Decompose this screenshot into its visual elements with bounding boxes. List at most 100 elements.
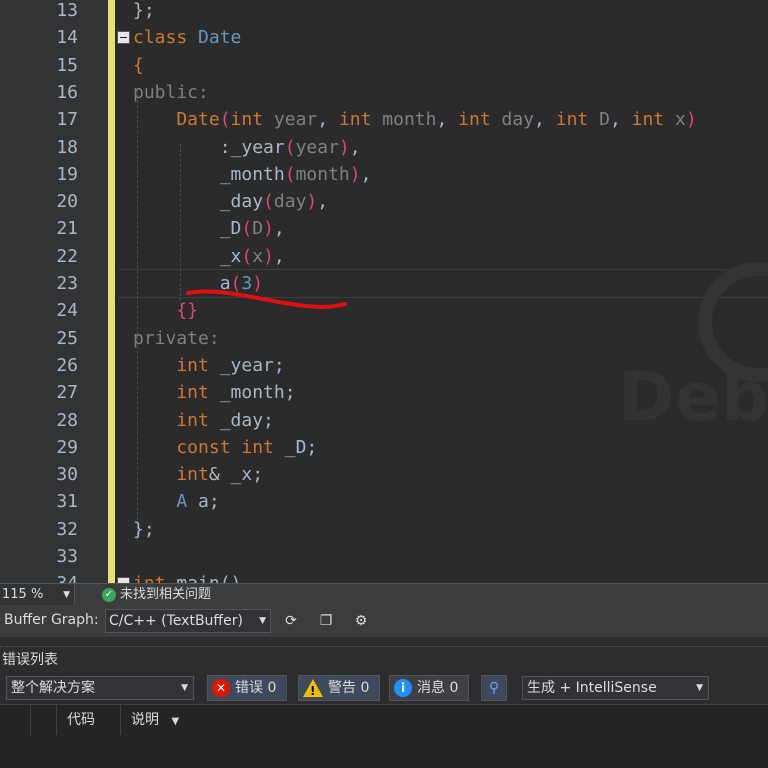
buffer-graph-value: C/C++ (TextBuffer) <box>109 613 243 629</box>
code-token: main() <box>176 573 241 583</box>
code-line: 19 _month(month), <box>0 161 768 188</box>
code-token: & _x; <box>208 464 264 486</box>
code-line: 33 <box>0 543 768 570</box>
code-token: month <box>371 109 437 131</box>
code-token: int <box>555 109 589 131</box>
code-line: 24 {} <box>0 297 768 324</box>
error-icon: ✕ <box>212 679 230 697</box>
code-text: private: <box>133 325 220 352</box>
code-token: ) <box>306 191 318 213</box>
buffer-graph-select[interactable]: C/C++ (TextBuffer) ▼ <box>105 609 271 633</box>
code-token: a; <box>187 491 220 513</box>
line-number: 19 <box>56 163 78 185</box>
line-number: 25 <box>56 327 78 349</box>
code-token: _month; <box>208 382 296 404</box>
messages-label: 消息 <box>417 680 445 696</box>
code-token: }; <box>133 518 155 540</box>
column-code[interactable]: 代码 <box>67 705 95 735</box>
code-line: 14 class Date <box>0 24 768 51</box>
code-line: 21 _D(D), <box>0 215 768 242</box>
scope-value: 整个解决方案 <box>11 680 95 696</box>
code-token: , <box>317 191 329 213</box>
filter-icon[interactable]: ⚲ <box>481 675 507 701</box>
line-number: 15 <box>56 54 78 76</box>
code-token: { <box>133 54 144 76</box>
warnings-filter-button[interactable]: 警告 0 <box>298 675 380 701</box>
code-line: 26 int _year; <box>0 352 768 379</box>
code-token: ) <box>338 136 350 158</box>
line-number: 30 <box>56 464 78 486</box>
editor-status-bar: 115 % ▼ ✓ 未找到相关问题 <box>0 583 768 606</box>
graph-nodes-icon[interactable]: ⚙ <box>351 611 371 631</box>
code-text: }; <box>133 516 155 543</box>
code-token: x <box>664 109 686 131</box>
scope-dropdown[interactable]: 整个解决方案 ▼ <box>6 676 194 700</box>
chevron-down-icon: ▼ <box>171 716 180 727</box>
line-number: 21 <box>56 218 78 240</box>
code-token: int <box>133 464 209 486</box>
code-token: _year; <box>208 354 285 376</box>
build-source-dropdown[interactable]: 生成 + IntelliSense ▼ <box>522 676 709 700</box>
line-number: 29 <box>56 436 78 458</box>
code-text: { <box>133 52 144 79</box>
column-separator <box>120 705 121 735</box>
fold-toggle-icon[interactable] <box>117 31 130 45</box>
code-token: D <box>252 218 264 240</box>
messages-filter-button[interactable]: i 消息 0 <box>389 675 469 701</box>
zoom-level: 115 % <box>2 587 44 602</box>
messages-count: 0 <box>449 680 459 696</box>
code-line: 34 int main() <box>0 570 768 583</box>
code-editor[interactable]: Debi 13};14class Date15{16public:17 Date… <box>0 0 768 583</box>
code-token: , <box>534 109 556 131</box>
code-line: 30 int& _x; <box>0 461 768 488</box>
code-line: 32}; <box>0 516 768 543</box>
code-token: , <box>436 109 459 131</box>
error-list-toolbar: 整个解决方案 ▼ ✕ 错误 0 警告 0 i 消息 0 ⚲ 生成 + Intelli… <box>0 672 768 704</box>
red-underline-annotation <box>186 289 347 309</box>
chevron-down-icon: ▼ <box>63 590 70 600</box>
warnings-label: 警告 <box>328 680 356 696</box>
line-number: 20 <box>56 191 78 213</box>
code-token: public <box>133 81 199 103</box>
line-number: 24 <box>56 300 78 322</box>
code-text: int _month; <box>133 379 296 406</box>
line-number: 16 <box>56 81 78 103</box>
graph-copy-icon[interactable]: ❐ <box>316 611 336 631</box>
code-text: const int _D; <box>133 434 317 461</box>
line-number: 27 <box>56 382 78 404</box>
column-description[interactable]: 说明 ▼ <box>131 705 179 735</box>
zoom-dropdown[interactable]: 115 % ▼ <box>0 584 75 606</box>
code-token: int <box>230 109 264 131</box>
build-source-value: 生成 + IntelliSense <box>527 680 657 696</box>
buffer-graph-toolbar: Buffer Graph: C/C++ (TextBuffer) ▼ ⟳ ❐ ⚙ <box>0 605 768 637</box>
code-token: , <box>273 218 285 240</box>
line-number: 22 <box>56 245 78 267</box>
code-token: ( <box>241 245 253 267</box>
code-token: A <box>133 491 188 513</box>
line-number: 31 <box>56 491 78 513</box>
column-separator <box>30 705 31 735</box>
code-token: year <box>263 109 318 131</box>
code-line: 27 int _month; <box>0 379 768 406</box>
column-description-label: 说明 <box>131 712 159 728</box>
errors-filter-button[interactable]: ✕ 错误 0 <box>207 675 287 701</box>
code-line: 22 _x(x), <box>0 243 768 270</box>
graph-refresh-icon[interactable]: ⟳ <box>281 611 301 631</box>
code-token: ( <box>284 136 296 158</box>
code-token: D <box>588 109 610 131</box>
code-token: Date <box>133 109 220 131</box>
code-token: const int <box>133 436 274 458</box>
panel-splitter[interactable] <box>0 637 768 646</box>
warnings-count: 0 <box>360 680 370 696</box>
code-line: 18 :_year(year), <box>0 134 768 161</box>
code-text: :_year(year), <box>133 134 361 161</box>
code-text: A a; <box>133 488 220 515</box>
code-token: ) <box>685 109 697 131</box>
code-text: int main() <box>133 570 241 583</box>
code-text: int _day; <box>133 407 274 434</box>
errors-label: 错误 <box>235 680 263 696</box>
code-line: 13}; <box>0 0 768 24</box>
code-token: _day; <box>208 409 274 431</box>
issues-indicator[interactable]: ✓ 未找到相关问题 <box>102 584 211 606</box>
code-line: 20 _day(day), <box>0 188 768 215</box>
